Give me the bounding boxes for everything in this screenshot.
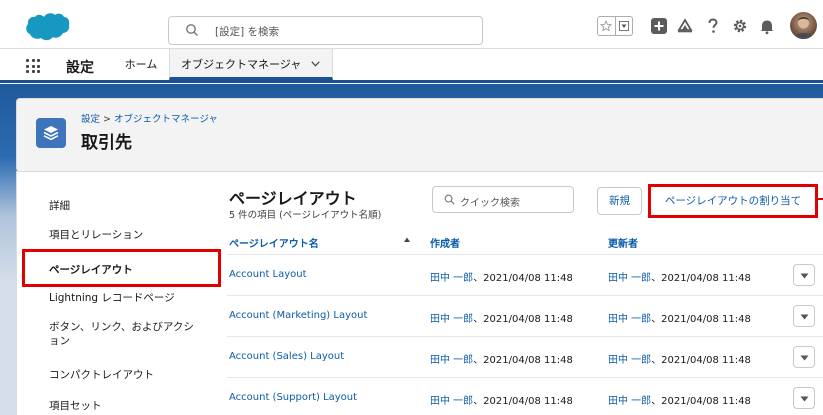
tab-object-manager[interactable]: オブジェクトマネージャ (169, 49, 333, 80)
created-by-cell: 田中 一郎、2021/04/08 11:48 (430, 351, 573, 366)
sidebar-item-page-layouts[interactable]: ページレイアウト (22, 249, 221, 287)
modified-by-user-link[interactable]: 田中 一郎 (608, 273, 651, 284)
created-date: 、2021/04/08 11:48 (473, 396, 573, 407)
favorites-group[interactable] (597, 16, 633, 36)
modified-by-cell: 田中 一郎、2021/04/08 11:48 (608, 269, 751, 284)
object-page-header: 設定 > オブジェクトマネージャ 取引先 (16, 98, 823, 172)
chevron-down-icon (800, 273, 809, 279)
column-header-modified-by[interactable]: 更新者 (608, 235, 638, 250)
modified-date: 、2021/04/08 11:48 (651, 273, 751, 284)
section-subtitle: 5 件の項目 (ページレイアウト名順) (229, 210, 382, 221)
created-by-cell: 田中 一郎、2021/04/08 11:48 (430, 310, 573, 325)
modified-date: 、2021/04/08 11:48 (651, 314, 751, 325)
sidebar-item-field-sets[interactable]: 項目セット (49, 399, 102, 413)
layout-name-link[interactable]: Account (Support) Layout (229, 392, 357, 403)
column-header-layout-name[interactable]: ページレイアウト名 (229, 235, 319, 250)
object-sidebar: 詳細 項目とリレーション ページレイアウト Lightning レコードページ … (17, 172, 221, 415)
tab-home[interactable]: ホーム (116, 49, 166, 80)
modified-by-cell: 田中 一郎、2021/04/08 11:48 (608, 351, 751, 366)
sidebar-item-buttons-links-actions[interactable]: ボタン、リンク、およびアクシ ョン (49, 320, 194, 348)
quick-search-input[interactable]: クイック検索 (432, 186, 574, 213)
app-name: 設定 (66, 60, 94, 76)
modified-by-user-link[interactable]: 田中 一郎 (608, 355, 651, 366)
sidebar-item-lightning-record-pages[interactable]: Lightning レコードページ (49, 291, 175, 305)
created-by-cell: 田中 一郎、2021/04/08 11:48 (430, 269, 573, 284)
column-header-created-by[interactable]: 作成者 (430, 235, 460, 250)
page-layouts-panel: ページレイアウト 5 件の項目 (ページレイアウト名順) クイック検索 新規 ペ… (227, 172, 823, 415)
row-actions-button[interactable] (793, 264, 815, 286)
trailhead-icon[interactable] (676, 17, 694, 35)
layout-name-link[interactable]: Account Layout (229, 269, 307, 280)
section-title: ページレイアウト (229, 189, 357, 208)
sidebar-item-details[interactable]: 詳細 (49, 199, 70, 213)
row-actions-button[interactable] (793, 387, 815, 409)
layout-name-link[interactable]: Account (Marketing) Layout (229, 310, 367, 321)
app-launcher-icon[interactable] (26, 59, 40, 73)
chevron-down-icon[interactable] (311, 61, 320, 67)
global-actions-icon[interactable] (650, 17, 668, 35)
created-by-user-link[interactable]: 田中 一郎 (430, 396, 473, 407)
tab-object-manager-label: オブジェクトマネージャ (181, 58, 302, 71)
row-actions-button[interactable] (793, 305, 815, 327)
sidebar-item-page-layouts-label: ページレイアウト (49, 264, 133, 276)
modified-by-user-link[interactable]: 田中 一郎 (608, 314, 651, 325)
breadcrumb-setup-link[interactable]: 設定 (81, 114, 100, 125)
table-row: Account (Sales) Layout 田中 一郎、2021/04/08 … (227, 336, 823, 377)
salesforce-logo[interactable] (26, 12, 70, 42)
chevron-down-icon (800, 396, 809, 402)
modified-by-cell: 田中 一郎、2021/04/08 11:48 (608, 310, 751, 325)
quick-search-placeholder: クイック検索 (460, 198, 520, 209)
sidebar-item-compact-layouts[interactable]: コンパクトレイアウト (49, 368, 154, 382)
created-by-user-link[interactable]: 田中 一郎 (430, 355, 473, 366)
chevron-down-icon (800, 355, 809, 361)
created-date: 、2021/04/08 11:48 (473, 355, 573, 366)
help-icon[interactable] (704, 17, 722, 35)
page-layout-assignment-button[interactable]: ページレイアウトの割り当て (648, 184, 818, 218)
callout-line (818, 198, 823, 200)
main-card: 詳細 項目とリレーション ページレイアウト Lightning レコードページ … (16, 171, 823, 415)
search-icon (444, 194, 455, 205)
created-date: 、2021/04/08 11:48 (473, 273, 573, 284)
notification-bell-icon[interactable] (758, 17, 776, 35)
created-date: 、2021/04/08 11:48 (473, 314, 573, 325)
breadcrumb-object-manager-link[interactable]: オブジェクトマネージャ (114, 114, 218, 125)
created-by-user-link[interactable]: 田中 一郎 (430, 273, 473, 284)
sidebar-item-buttons-label-line1: ボタン、リンク、およびアクシ (49, 321, 194, 333)
object-layers-icon (36, 118, 66, 148)
table-row: Account Layout 田中 一郎、2021/04/08 11:48 田中… (227, 254, 823, 295)
modified-by-user-link[interactable]: 田中 一郎 (608, 396, 651, 407)
modified-by-cell: 田中 一郎、2021/04/08 11:48 (608, 392, 751, 407)
breadcrumb-separator: > (103, 114, 112, 125)
star-icon[interactable] (598, 17, 615, 35)
global-header: [設定] を検索 (0, 0, 823, 49)
sidebar-item-buttons-label-line2: ョン (49, 335, 70, 347)
user-avatar[interactable] (790, 12, 817, 39)
chevron-down-icon (800, 314, 809, 320)
modified-date: 、2021/04/08 11:48 (651, 355, 751, 366)
search-icon (186, 24, 198, 36)
table-row: Account (Support) Layout 田中 一郎、2021/04/0… (227, 377, 823, 415)
new-button[interactable]: 新規 (597, 187, 642, 215)
sort-ascending-icon[interactable] (403, 236, 411, 244)
created-by-user-link[interactable]: 田中 一郎 (430, 314, 473, 325)
row-actions-button[interactable] (793, 346, 815, 368)
layout-name-link[interactable]: Account (Sales) Layout (229, 351, 344, 362)
table-row: Account (Marketing) Layout 田中 一郎、2021/04… (227, 295, 823, 336)
modified-date: 、2021/04/08 11:48 (651, 396, 751, 407)
favorites-dropdown-icon[interactable] (614, 17, 632, 35)
sidebar-item-fields-relationships[interactable]: 項目とリレーション (49, 228, 143, 242)
setup-gear-icon[interactable] (731, 17, 749, 35)
search-placeholder: [設定] を検索 (215, 26, 280, 38)
page-title: 取引先 (81, 133, 132, 153)
app-nav-bar: 設定 ホーム オブジェクトマネージャ (0, 49, 823, 83)
breadcrumb: 設定 > オブジェクトマネージャ (81, 111, 218, 125)
global-search-input[interactable]: [設定] を検索 (168, 16, 483, 45)
created-by-cell: 田中 一郎、2021/04/08 11:48 (430, 392, 573, 407)
